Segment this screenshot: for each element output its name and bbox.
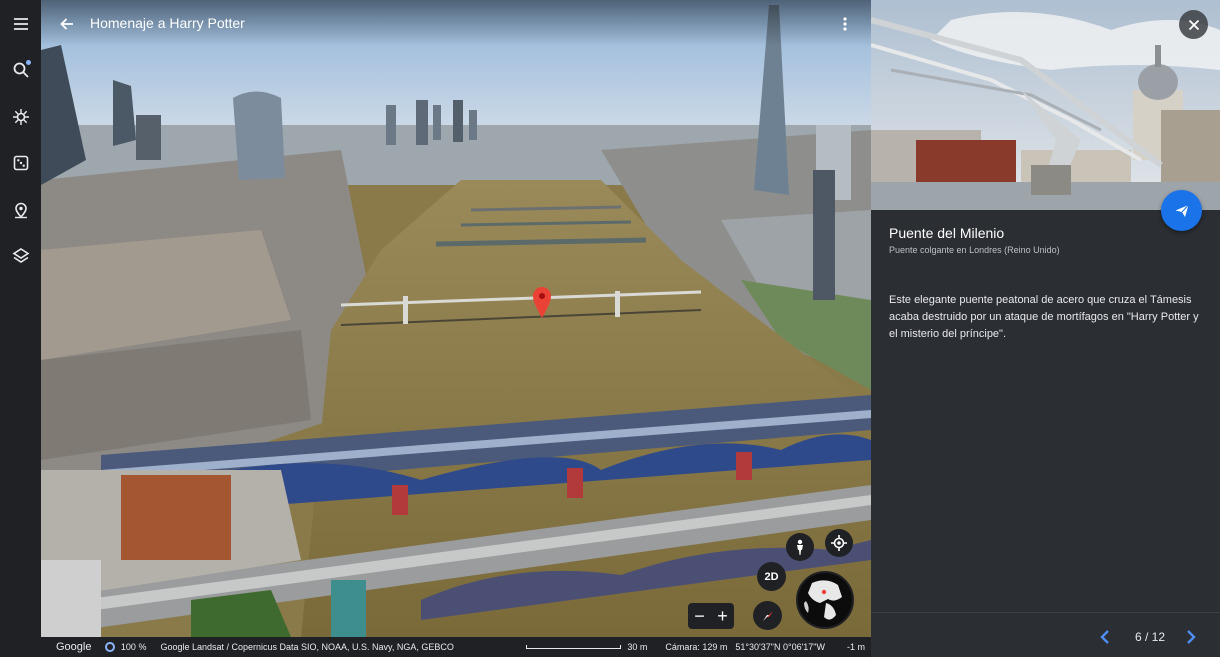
place-description: Este elegante puente peatonal de acero q… (889, 294, 1199, 340)
elevation: -1 m (847, 642, 865, 652)
send-icon (1175, 204, 1189, 217)
compass-button[interactable] (753, 601, 782, 630)
more-vert-icon (843, 17, 847, 31)
place-subtitle: Puente colgante en Londres (Reino Unido) (889, 245, 1060, 255)
menu-button[interactable] (0, 3, 41, 44)
zoom-out-button[interactable]: − (688, 603, 711, 629)
globe-overview[interactable] (796, 571, 854, 629)
place-title: Puente del Milenio (889, 225, 1005, 241)
map-title-bar: Homenaje a Harry Potter (41, 0, 871, 46)
dice-icon (13, 155, 28, 170)
map-view[interactable]: Homenaje a Harry Potter 2D − + (41, 0, 871, 637)
globe-icon (798, 573, 852, 627)
notification-dot (26, 60, 31, 65)
scale-bar[interactable] (525, 645, 622, 649)
pegman-icon (797, 539, 803, 555)
previous-button[interactable] (1095, 627, 1115, 647)
zoom-controls: − + (688, 603, 734, 629)
coordinates: 51°30'37"N 0°06'17"W (735, 642, 825, 652)
compass-icon (762, 610, 773, 621)
camera-altitude: Cámara: 129 m (665, 642, 728, 652)
millennium-bridge-photo (871, 0, 1220, 210)
status-bar: Google 100 % Google Landsat / Copernicus… (41, 637, 871, 657)
toggle-2d-button[interactable]: 2D (757, 562, 786, 591)
zoom-in-button[interactable]: + (711, 603, 734, 629)
projects-button[interactable] (0, 189, 41, 230)
data-attribution[interactable]: Google Landsat / Copernicus Data SIO, NO… (160, 642, 453, 652)
close-button[interactable] (1179, 10, 1208, 39)
next-button[interactable] (1181, 627, 1201, 647)
street-view-button[interactable] (786, 533, 814, 561)
google-earth-window: Homenaje a Harry Potter 2D − + Google 10… (0, 0, 1220, 657)
layers-icon (12, 247, 29, 263)
share-button[interactable] (1161, 190, 1202, 231)
location-pin-icon (14, 202, 27, 218)
scale-label: 30 m (627, 642, 648, 652)
loading-ring-icon (105, 642, 115, 652)
load-progress: 100 % (120, 642, 147, 652)
back-button[interactable] (55, 12, 79, 36)
story-navigation: 6 / 12 (871, 612, 1220, 657)
voyager-button[interactable] (0, 96, 41, 137)
chevron-right-icon (1187, 630, 1196, 644)
knowledge-card: Puente del Milenio Puente colgante en Lo… (871, 0, 1220, 657)
search-button[interactable] (0, 49, 41, 90)
feeling-lucky-button[interactable] (0, 142, 41, 183)
place-photo[interactable] (871, 0, 1220, 210)
voyager-icon (12, 108, 29, 125)
google-logo: Google (56, 641, 92, 653)
story-title: Homenaje a Harry Potter (90, 15, 245, 31)
slide-counter: 6 / 12 (1134, 630, 1166, 644)
arrow-back-icon (60, 18, 73, 30)
more-options-button[interactable] (837, 14, 853, 34)
left-rail (0, 0, 41, 657)
menu-icon (13, 17, 28, 30)
my-location-icon (831, 535, 847, 551)
chevron-left-icon (1100, 630, 1109, 644)
map-style-button[interactable] (0, 235, 41, 276)
close-icon (1188, 19, 1199, 30)
aerial-3d-scene (41, 0, 871, 637)
my-location-button[interactable] (825, 529, 853, 557)
